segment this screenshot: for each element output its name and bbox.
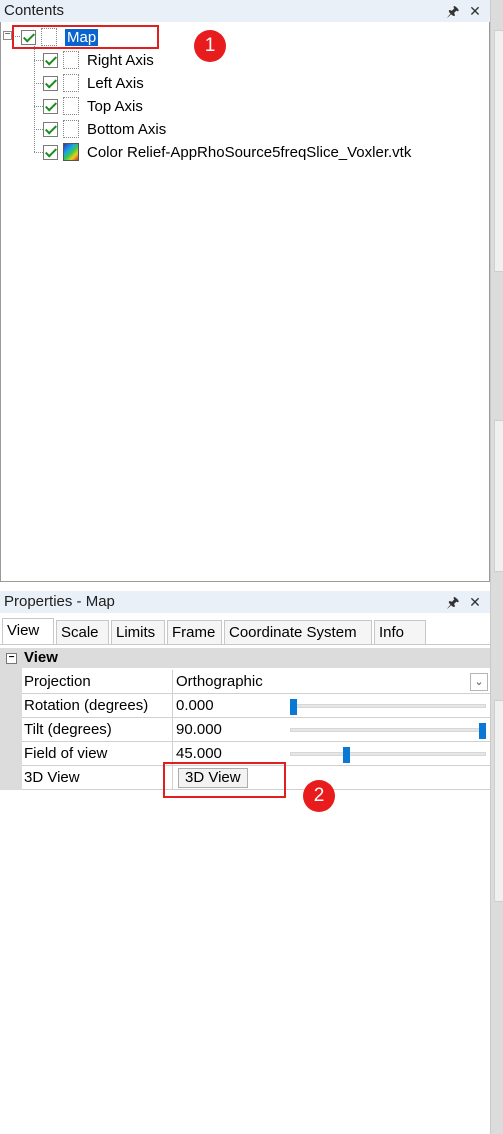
property-label: Projection: [24, 673, 91, 690]
annotation-box-2: [163, 762, 286, 798]
tree-connector: [34, 83, 43, 84]
tree-connector: [34, 106, 43, 107]
projection-select[interactable]: Orthographic: [176, 670, 263, 694]
tab-info[interactable]: Info: [374, 620, 426, 644]
property-grid-gutter: [0, 668, 22, 790]
property-label: Tilt (degrees): [24, 721, 112, 738]
annotation-marker-2: 2: [303, 780, 335, 812]
tab-frame[interactable]: Frame: [167, 620, 222, 644]
tree-collapse-icon[interactable]: −: [3, 30, 12, 40]
properties-pane-header: Properties - Map 🖈 ✕: [0, 591, 490, 613]
column-divider: [172, 718, 173, 742]
fov-slider-thumb[interactable]: [342, 747, 350, 763]
column-divider: [172, 694, 173, 718]
tree-item-top-axis[interactable]: Top Axis: [43, 95, 143, 117]
tree-item-bottom-axis[interactable]: Bottom Axis: [43, 118, 166, 140]
rotation-slider-track[interactable]: [290, 704, 486, 708]
section-view-header[interactable]: − View: [0, 648, 490, 668]
tree-connector: [34, 129, 43, 130]
axis-icon: [63, 120, 79, 138]
tab-coordinate-system[interactable]: Coordinate System: [224, 620, 372, 644]
tree-connector: [34, 46, 35, 152]
tree-connector: [34, 152, 43, 153]
fov-slider-track[interactable]: [290, 752, 486, 756]
side-tab[interactable]: [494, 700, 503, 902]
color-relief-icon: [63, 143, 79, 161]
property-label: Field of view: [24, 745, 108, 762]
tree-item-label[interactable]: Bottom Axis: [87, 121, 166, 138]
side-dock-strip: [490, 0, 503, 1134]
tree-item-right-axis[interactable]: Right Axis: [43, 49, 154, 71]
side-tab[interactable]: [494, 30, 503, 272]
property-row-rotation: Rotation (degrees) 0.000: [22, 694, 490, 718]
tree-connector: [34, 60, 43, 61]
tree-item-left-axis[interactable]: Left Axis: [43, 72, 144, 94]
rotation-slider-thumb[interactable]: [290, 699, 297, 715]
section-label: View: [24, 649, 58, 666]
tree-item-label[interactable]: Color Relief-AppRhoSource5freqSlice_Voxl…: [87, 144, 411, 161]
tilt-slider-track[interactable]: [290, 728, 486, 732]
checkbox-checked-icon[interactable]: [43, 75, 58, 91]
annotation-marker-1: 1: [194, 30, 226, 62]
properties-tabs: View Scale Limits Frame Coordinate Syste…: [0, 618, 490, 644]
section-collapse-icon[interactable]: −: [6, 653, 17, 664]
checkbox-checked-icon[interactable]: [43, 144, 58, 160]
column-divider: [172, 670, 173, 694]
tab-view[interactable]: View: [2, 618, 54, 644]
pin-icon[interactable]: 🖈: [444, 0, 462, 22]
chevron-down-icon[interactable]: ⌄: [470, 673, 488, 691]
axis-icon: [63, 51, 79, 69]
contents-pane-title: Contents: [4, 2, 65, 19]
tree-item-label[interactable]: Left Axis: [87, 75, 144, 92]
contents-pane-header: Contents 🖈 ✕: [0, 0, 490, 22]
tab-limits[interactable]: Limits: [111, 620, 165, 644]
contents-tree[interactable]: − Map Right Axis Left Axis Top Axis Bott…: [0, 22, 490, 582]
property-row-tilt: Tilt (degrees) 90.000: [22, 718, 490, 742]
property-row-projection: Projection Orthographic ⌄: [22, 670, 490, 694]
property-label: 3D View: [24, 769, 80, 786]
tree-item-label[interactable]: Right Axis: [87, 52, 154, 69]
axis-icon: [63, 97, 79, 115]
axis-icon: [63, 74, 79, 92]
close-icon[interactable]: ✕: [466, 0, 484, 22]
tree-item-label[interactable]: Top Axis: [87, 98, 143, 115]
pin-icon[interactable]: 🖈: [444, 591, 462, 613]
property-label: Rotation (degrees): [24, 697, 149, 714]
properties-pane-title: Properties - Map: [4, 593, 115, 610]
side-tab[interactable]: [494, 420, 503, 572]
checkbox-checked-icon[interactable]: [43, 98, 58, 114]
checkbox-checked-icon[interactable]: [43, 52, 58, 68]
checkbox-checked-icon[interactable]: [43, 121, 58, 137]
tilt-input[interactable]: 90.000: [176, 718, 222, 742]
close-icon[interactable]: ✕: [466, 591, 484, 613]
tilt-slider-thumb[interactable]: [479, 723, 486, 739]
tab-scale[interactable]: Scale: [56, 620, 109, 644]
tree-item-color-relief[interactable]: Color Relief-AppRhoSource5freqSlice_Voxl…: [43, 141, 411, 163]
rotation-input[interactable]: 0.000: [176, 694, 214, 718]
annotation-box-1: [12, 25, 159, 49]
